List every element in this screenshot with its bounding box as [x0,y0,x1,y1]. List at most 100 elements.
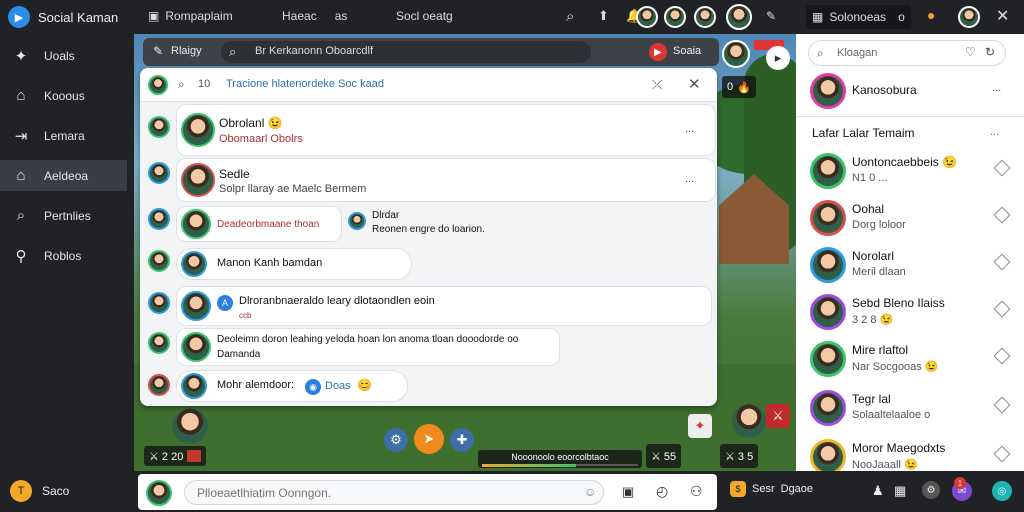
potion-icon[interactable]: ✚ [450,428,474,452]
bottom-label-2: Dgaoe [780,483,814,495]
play-icon[interactable]: ▸ [766,46,790,70]
sidebar-item-2[interactable]: ⌂ Kooous [0,80,127,111]
sidebar-item-label: Uoals [44,48,75,63]
search-icon[interactable]: ⌕ [566,8,574,25]
chat-avatar[interactable] [148,75,168,95]
edit-icon[interactable]: ✎ [153,44,163,58]
settings-icon[interactable]: ⚙ [922,481,940,499]
composer-avatar[interactable] [146,480,172,506]
diamond-icon[interactable] [993,206,1011,224]
diamond-icon[interactable] [993,445,1011,463]
upload-icon[interactable]: ⬆ [598,8,609,24]
close-icon[interactable]: ✕ [688,75,701,93]
message-text: Obomaarl Obolrs [219,133,303,145]
close-icon[interactable]: ✕ [996,6,1009,26]
message-2[interactable]: Sedle Solpr llaray ae Maelc Bermem ... [176,158,716,202]
featured-item[interactable]: Kanosobura ... [796,68,1024,116]
mini-avatar[interactable] [148,292,170,314]
item-icon[interactable]: ✦ [688,414,712,438]
target-icon[interactable]: ◎ [992,481,1012,501]
bottom-status[interactable]: $ Sesr Dgaoe [730,481,813,497]
room-selector[interactable]: ▦ Solonoeas o [806,5,911,29]
smile-icon: 😊 [357,378,372,392]
diamond-icon[interactable] [993,300,1011,318]
minimize-icon[interactable]: ⤫ [652,77,662,93]
message-input[interactable] [184,480,604,505]
profile-icon[interactable]: ⚇ [690,483,703,500]
mini-avatar[interactable] [148,208,170,230]
diamond-icon[interactable] [993,253,1011,271]
user-avatar[interactable] [958,6,980,28]
friend-status: N1 0 ... [852,172,888,184]
swords-icon[interactable]: ⚔ [766,404,790,428]
sidebar-item-3[interactable]: ⇥ Lemara [0,120,127,151]
search-icon[interactable]: ⌕ [178,77,185,92]
avatar[interactable] [726,4,752,30]
friend-item[interactable]: Uontoncaebbeis 😉 N1 0 ... [796,148,1024,196]
hud-card[interactable]: 0 🔥 [722,76,756,98]
character-icon[interactable]: ♟ [872,483,884,499]
avatar[interactable] [636,6,658,28]
message-text-2: Damanda [217,349,261,360]
friend-item[interactable]: Oohal Dorg loloor [796,195,1024,243]
message-4[interactable]: Manon Kanh bamdan [176,248,412,280]
sidebar-item-5[interactable]: ⌕ Pertnlies [0,200,127,231]
mini-avatar[interactable] [148,162,170,184]
hud-stats-right-text: ⚔ 55 [651,450,677,463]
sidebar-item-4[interactable]: ⌂ Aeldeoa [0,160,127,191]
friend-name: Sebd Bleno Ilaiss [852,296,945,310]
player-avatar[interactable] [722,40,750,68]
player-character[interactable] [172,408,208,444]
message-7[interactable]: Mohr alemdoor: ◉ Doas 😊 [176,370,408,402]
diamond-icon[interactable] [993,347,1011,365]
tool-icon[interactable]: ✎ [766,9,776,23]
attach-icon[interactable]: ▣ [622,484,634,500]
timer-icon[interactable]: ◴ [656,483,668,500]
reply-card[interactable]: Dlrdar Reonen engre do loarion. [348,208,508,242]
nav-tab-1[interactable]: ▣ Rompaplaim [148,9,233,23]
message-3[interactable]: Deadeorbmaane thoan [176,206,342,242]
mini-avatar[interactable] [148,332,170,354]
record-icon[interactable]: ▶ [649,43,667,61]
game-search-input[interactable]: ⌕ Br Kerkanonn Oboarcdlf [221,41,591,63]
hud-stats-right: ⚔ 55 [646,444,682,468]
home-icon: ⌂ [16,167,26,184]
avatar[interactable] [694,6,716,28]
sidebar-footer[interactable]: T Saco [10,480,69,502]
sidebar-item-1[interactable]: ✦ Uoals [0,40,127,71]
sidebar-item-6[interactable]: ⚲ Roblos [0,240,127,271]
grid-icon[interactable]: ▦ [894,483,906,499]
emoji-icon[interactable]: ☺ [584,485,596,499]
friends-search[interactable]: ⌕ Kloagan ♡ ↻ [808,40,1006,66]
hud-stats-left: ⚔ 2 20 [144,446,207,466]
enemy-character[interactable] [732,404,766,438]
message-6[interactable]: Deoleimn doron leahing yeloda hoan lon a… [176,328,560,366]
friend-item[interactable]: Sebd Bleno Ilaiss 3 2 8 😉 [796,289,1024,337]
diamond-icon[interactable] [993,396,1011,414]
nav-tab-2-sub: as [334,9,348,23]
footer-label: Saco [42,484,70,498]
mini-avatar[interactable] [148,116,170,138]
skill-icon[interactable]: ⚙ [384,428,408,452]
diamond-icon[interactable] [993,159,1011,177]
brand[interactable]: ▶ Social Kaman [8,6,118,28]
message-1[interactable]: Obrolanl 😉 Obomaarl Obolrs ... [176,104,716,156]
friend-item[interactable]: Moror Maegodxts NooJaaall 😉 [796,434,1024,471]
nav-tab-3[interactable]: Socl oeatg [396,9,453,23]
message-5[interactable]: A Dlroranbnaeraldo leary dlotaondlen eoi… [176,286,712,326]
friend-avatar [810,247,846,283]
friend-item[interactable]: Tegr lal Solaaltelaaloe o [796,385,1024,433]
avatar[interactable] [664,6,686,28]
attack-icon[interactable]: ➤ [414,424,444,454]
mini-avatar[interactable] [148,250,170,272]
friend-avatar [810,200,846,236]
hud-stats-right-2-text: ⚔ 3 5 [725,450,754,463]
notification-icon[interactable]: ● [927,7,935,23]
mini-avatar[interactable] [148,374,170,396]
game-search-right-label[interactable]: Soaia [673,45,701,57]
chat-header-title: Tracione hlatenordeke Soc kaad [226,78,384,90]
nav-tab-2[interactable]: Haeac as [282,9,347,23]
friend-item[interactable]: Mire rlaftol Nar Socgooas 😉 [796,336,1024,384]
friend-item[interactable]: Norolarl Meril dlaan [796,242,1024,290]
app-logo-icon: ▶ [8,6,30,28]
